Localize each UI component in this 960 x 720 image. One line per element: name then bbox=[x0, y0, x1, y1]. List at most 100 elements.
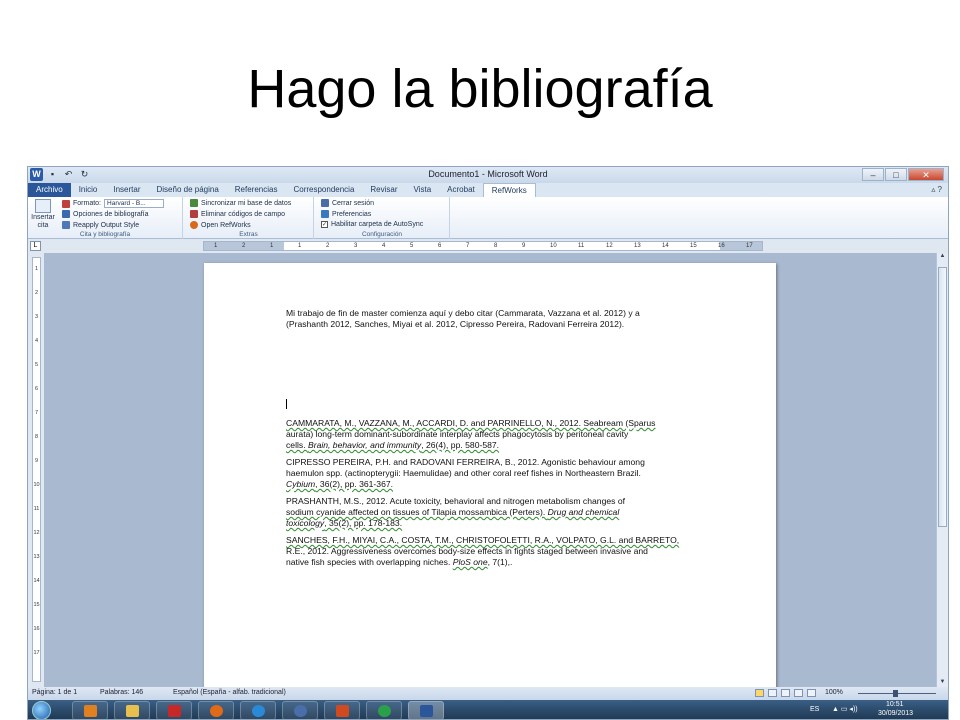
ruler-tick-label: 17 bbox=[746, 243, 753, 249]
ruler-tick-label: 15 bbox=[33, 602, 40, 608]
minimize-button[interactable]: – bbox=[862, 168, 884, 181]
taskbar-firefox[interactable] bbox=[198, 701, 234, 719]
clock-time[interactable]: 10:51 bbox=[886, 701, 904, 708]
citation-icon bbox=[35, 199, 51, 213]
group-label: Extras bbox=[239, 231, 258, 238]
ruler-tick-label: 5 bbox=[410, 243, 414, 249]
preferences-button[interactable]: Preferencias bbox=[321, 210, 371, 218]
tab-stop-selector[interactable]: L bbox=[30, 241, 41, 251]
intro-line: Mi trabajo de fin de master comienza aqu… bbox=[286, 308, 640, 318]
document-workspace: Mi trabajo de fin de master comienza aqu… bbox=[44, 253, 937, 693]
open-refworks-button[interactable]: Open RefWorks bbox=[190, 221, 251, 229]
document-page[interactable]: Mi trabajo de fin de master comienza aqu… bbox=[204, 263, 776, 693]
web-layout-view-icon[interactable] bbox=[781, 689, 790, 697]
taskbar-media-player[interactable] bbox=[72, 701, 108, 719]
help-icon[interactable]: ▵ ? bbox=[925, 183, 948, 197]
tab-acrobat[interactable]: Acrobat bbox=[439, 183, 483, 197]
autosync-checkbox[interactable]: ✓ Habilitar carpeta de AutoSync bbox=[321, 221, 423, 228]
checkbox-icon[interactable]: ✓ bbox=[321, 221, 328, 228]
bib-options-button[interactable]: Opciones de bibliografía bbox=[62, 210, 149, 218]
page-count[interactable]: Página: 1 de 1 bbox=[32, 689, 77, 696]
ruler-tick-label: 6 bbox=[438, 243, 442, 249]
vertical-ruler[interactable]: 1 2 3 4 5 6 7 8 9 10 11 12 13 14 15 16 17 bbox=[32, 257, 41, 682]
close-button[interactable]: ✕ bbox=[908, 168, 944, 181]
ruler-tick-label: 5 bbox=[34, 362, 39, 368]
ruler-tick-label: 16 bbox=[33, 626, 40, 632]
ruler-tick-label: 4 bbox=[382, 243, 386, 249]
ruler-tick-label: 1 bbox=[270, 243, 274, 249]
remove-codes-button[interactable]: Eliminar códigos de campo bbox=[190, 210, 285, 218]
draft-view-icon[interactable] bbox=[807, 689, 816, 697]
ruler-tick-label: 9 bbox=[522, 243, 526, 249]
format-selector[interactable]: Formato: Harvard - B... bbox=[62, 199, 165, 208]
ruler-tick-label: 14 bbox=[33, 578, 40, 584]
tab-correspondencia[interactable]: Correspondencia bbox=[285, 183, 362, 197]
print-layout-view-icon[interactable] bbox=[755, 689, 764, 697]
ruler-tick-label: 12 bbox=[606, 243, 613, 249]
format-icon bbox=[62, 199, 70, 208]
ruler-tick-label: 12 bbox=[33, 530, 40, 536]
reapply-icon bbox=[62, 221, 70, 229]
ruler-tick-label: 1 bbox=[298, 243, 302, 249]
sync-button[interactable]: Sincronizar mi base de datos bbox=[190, 199, 291, 207]
ruler-tick-label: 8 bbox=[34, 434, 39, 440]
vertical-scrollbar[interactable]: ▲ ▼ bbox=[936, 253, 948, 689]
maximize-button[interactable]: □ bbox=[885, 168, 907, 181]
taskbar-thunderbird[interactable] bbox=[282, 701, 318, 719]
ruler-tick-label: 3 bbox=[34, 314, 39, 320]
full-screen-view-icon[interactable] bbox=[768, 689, 777, 697]
taskbar-explorer[interactable] bbox=[114, 701, 150, 719]
taskbar-word[interactable] bbox=[408, 701, 444, 719]
ruler-tick-label: 13 bbox=[33, 554, 40, 560]
ruler-tick-label: 10 bbox=[550, 243, 557, 249]
tab-inicio[interactable]: Inicio bbox=[71, 183, 106, 197]
ruler-tick-label: 3 bbox=[354, 243, 358, 249]
scrollbar-thumb[interactable] bbox=[938, 267, 947, 527]
ribbon: Insertar cita Formato: Harvard - B... Op… bbox=[28, 197, 948, 239]
intro-line: (Prashanth 2012, Sanches, Miyai et al. 2… bbox=[286, 319, 625, 329]
intro-paragraph: Mi trabajo de fin de master comienza aqu… bbox=[286, 308, 706, 330]
tab-revisar[interactable]: Revisar bbox=[362, 183, 405, 197]
logout-button[interactable]: Cerrar sesión bbox=[321, 199, 374, 207]
start-button-icon[interactable] bbox=[32, 701, 51, 719]
input-language[interactable]: ES bbox=[810, 706, 819, 713]
tab-archivo[interactable]: Archivo bbox=[28, 183, 71, 197]
sync-icon bbox=[190, 199, 198, 207]
word-count[interactable]: Palabras: 146 bbox=[100, 689, 143, 696]
ruler-tick-label: 2 bbox=[34, 290, 39, 296]
ruler-margin-right bbox=[720, 242, 762, 250]
tab-diseno[interactable]: Diseño de página bbox=[149, 183, 227, 197]
reapply-style-button[interactable]: Reapply Output Style bbox=[62, 221, 139, 229]
tab-insertar[interactable]: Insertar bbox=[105, 183, 148, 197]
taskbar-globe[interactable] bbox=[366, 701, 402, 719]
ribbon-tabs: Archivo Inicio Insertar Diseño de página… bbox=[28, 183, 948, 197]
taskbar-pdf[interactable] bbox=[156, 701, 192, 719]
language-indicator[interactable]: Español (España - alfab. tradicional) bbox=[173, 689, 286, 696]
bibliography-entry: SANCHES, F.H., MIYAI, C.A., COSTA, T.M.,… bbox=[286, 535, 680, 567]
tab-refworks[interactable]: RefWorks bbox=[482, 183, 536, 197]
preferences-icon bbox=[321, 210, 329, 218]
scroll-up-icon[interactable]: ▲ bbox=[937, 253, 948, 263]
user-icon bbox=[321, 199, 329, 207]
taskbar-internet-explorer[interactable] bbox=[240, 701, 276, 719]
ruler-tick-label: 6 bbox=[34, 386, 39, 392]
taskbar-powerpoint[interactable] bbox=[324, 701, 360, 719]
tab-referencias[interactable]: Referencias bbox=[227, 183, 286, 197]
ruler-tick-label: 4 bbox=[34, 338, 39, 344]
insert-citation-button[interactable]: Insertar cita bbox=[30, 199, 56, 230]
outline-view-icon[interactable] bbox=[794, 689, 803, 697]
group-label: Configuración bbox=[361, 231, 403, 238]
tab-vista[interactable]: Vista bbox=[406, 183, 440, 197]
format-combo[interactable]: Harvard - B... bbox=[104, 199, 165, 208]
zoom-slider-thumb[interactable] bbox=[893, 690, 898, 697]
status-bar: Página: 1 de 1 Palabras: 146 Español (Es… bbox=[28, 687, 948, 700]
horizontal-ruler[interactable]: 1 2 1 1 2 3 4 5 6 7 8 9 10 11 12 13 14 15 16 17 bbox=[203, 241, 763, 251]
ruler-tick-label: 13 bbox=[634, 243, 641, 249]
zoom-level[interactable]: 100% bbox=[825, 689, 843, 696]
slide-title: Hago la bibliografía bbox=[247, 59, 713, 119]
clock-date[interactable]: 30/09/2013 bbox=[878, 710, 913, 717]
ruler-tick-label: 16 bbox=[718, 243, 725, 249]
system-tray-icons[interactable]: ▲ ▭ ◂)) bbox=[832, 705, 858, 713]
ruler-tick-label: 14 bbox=[662, 243, 669, 249]
ruler-tick-label: 1 bbox=[34, 266, 39, 272]
